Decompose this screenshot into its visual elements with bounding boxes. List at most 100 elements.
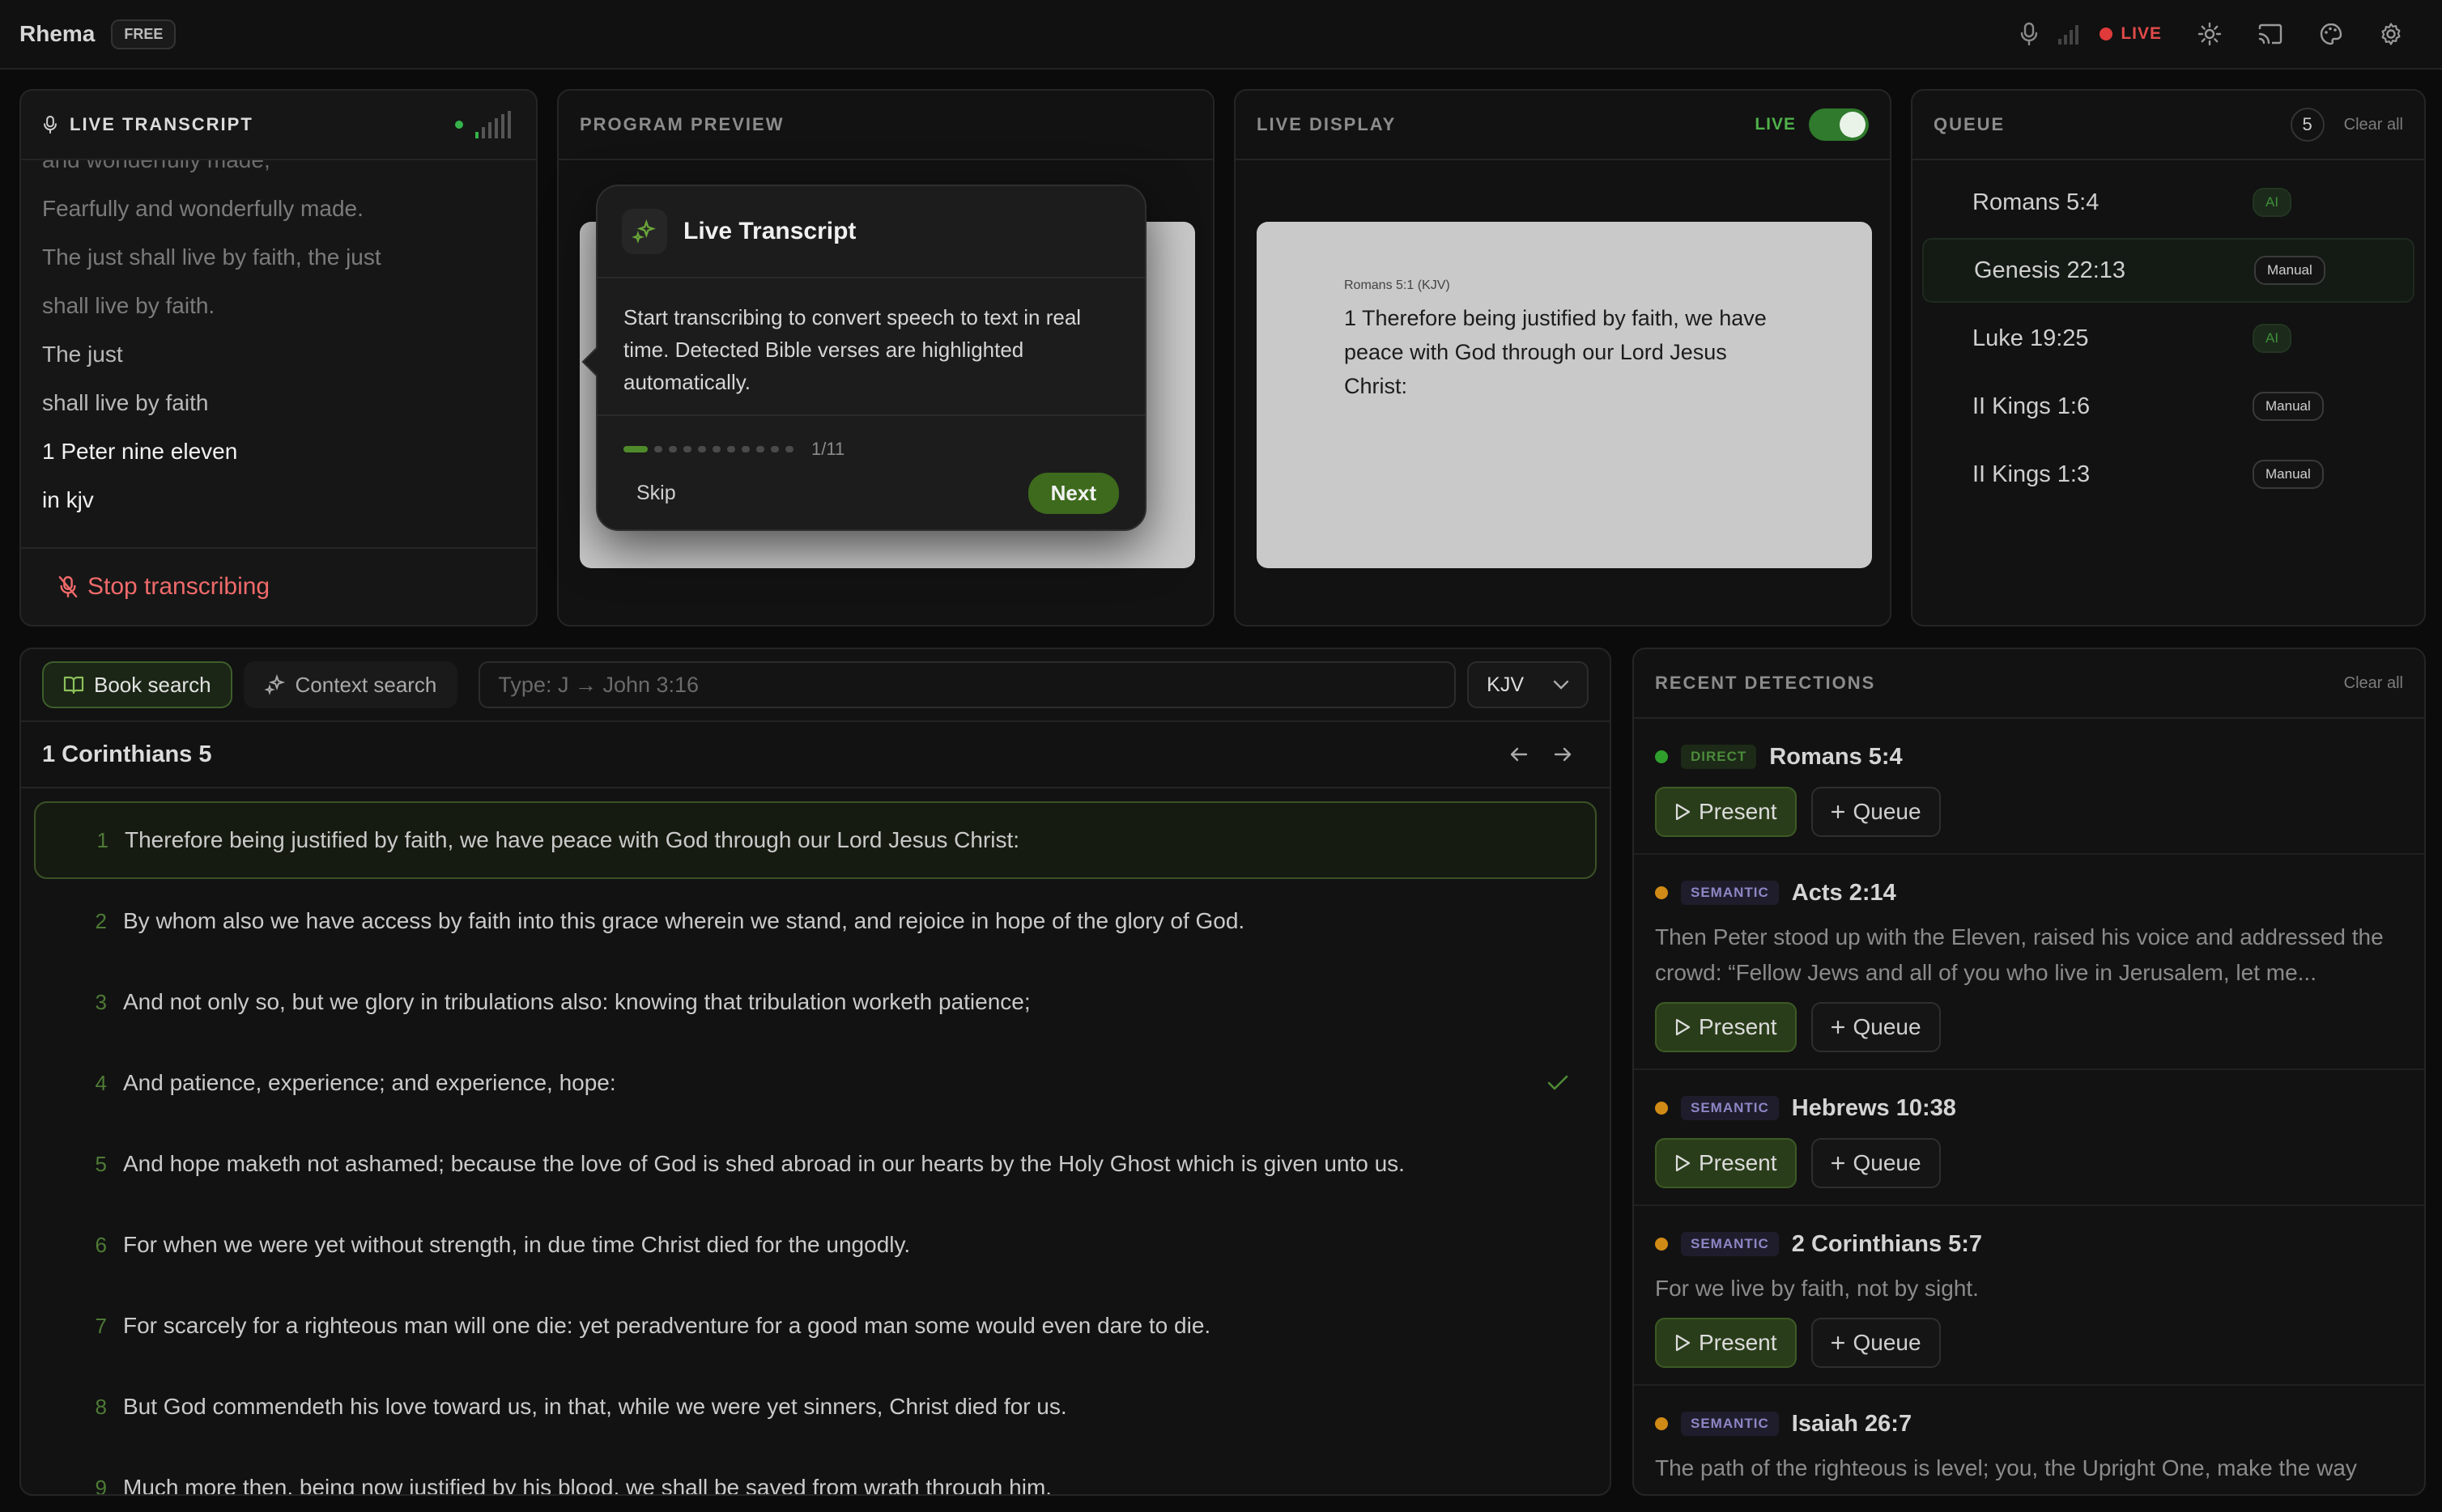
- queue-count-badge: 5: [2290, 108, 2325, 142]
- queue-clear-all-button[interactable]: Clear all: [2344, 116, 2403, 134]
- add-to-queue-button[interactable]: Queue: [1810, 787, 1941, 837]
- present-label: Present: [1699, 1150, 1777, 1175]
- version-select[interactable]: KJV: [1467, 661, 1589, 708]
- transcript-lines: and wonderfully made, Fearfully and wond…: [21, 160, 536, 549]
- verse-number: 9: [95, 1475, 107, 1496]
- listening-dot-icon: [455, 121, 463, 129]
- palette-icon[interactable]: [2319, 22, 2343, 46]
- context-search-tab[interactable]: Context search: [243, 661, 458, 708]
- display-screen: Romans 5:1 (KJV) 1 Therefore being justi…: [1257, 222, 1872, 568]
- tooltip-body: Start transcribing to convert speech to …: [598, 278, 1145, 416]
- detection-type-badge: SEMANTIC: [1681, 1096, 1779, 1120]
- verse-row[interactable]: 6 For when we were yet without strength,…: [34, 1206, 1597, 1284]
- queue-item[interactable]: II Kings 1:3 Manual: [1922, 442, 2414, 507]
- queue-item[interactable]: Romans 5:4 AI: [1922, 170, 2414, 235]
- queue-item[interactable]: II Kings 1:6 Manual: [1922, 374, 2414, 439]
- progress-dot: [698, 446, 706, 452]
- book-search-tab[interactable]: Book search: [42, 661, 232, 708]
- display-verse-text: 1 Therefore being justified by faith, we…: [1344, 306, 1767, 398]
- queue-item-badge: Manual: [2253, 460, 2324, 489]
- detection-type-badge: SEMANTIC: [1681, 1412, 1779, 1436]
- present-button[interactable]: Present: [1655, 1138, 1797, 1188]
- cast-icon[interactable]: [2257, 23, 2283, 45]
- stop-transcribing-label: Stop transcribing: [87, 573, 270, 600]
- chapter-title: 1 Corinthians 5: [42, 741, 212, 767]
- progress-dot: [771, 446, 779, 452]
- queue-item-ref: II Kings 1:6: [1972, 393, 2091, 419]
- arrow-right-icon[interactable]: [1553, 745, 1572, 763]
- queue-list: Romans 5:4 AI Genesis 22:13 Manual Luke …: [1912, 160, 2424, 520]
- mic-icon: [42, 114, 58, 135]
- detection-type-badge: DIRECT: [1681, 745, 1757, 769]
- present-button[interactable]: Present: [1655, 1318, 1797, 1368]
- signal-bars-icon: [2057, 23, 2082, 45]
- display-header: LIVE DISPLAY LIVE: [1236, 91, 1890, 160]
- transcript-line: 1 Peter nine eleven: [42, 439, 238, 464]
- verse-row[interactable]: 5 And hope maketh not ashamed; because t…: [34, 1125, 1597, 1203]
- sun-icon[interactable]: [2197, 22, 2222, 46]
- verse-row[interactable]: 9 Much more then, being now justified by…: [34, 1449, 1597, 1496]
- skip-button[interactable]: Skip: [636, 482, 676, 505]
- verse-text: And patience, experience; and experience…: [123, 1070, 616, 1095]
- progress-dot: [669, 446, 677, 452]
- live-transcript-panel: LIVE TRANSCRIPT and wonderfully made, Fe…: [19, 89, 538, 626]
- present-label: Present: [1699, 799, 1777, 824]
- verse-number: 1: [96, 827, 108, 852]
- gear-icon[interactable]: [2379, 22, 2403, 46]
- next-button[interactable]: Next: [1027, 473, 1119, 514]
- queue-label: Queue: [1853, 1014, 1921, 1039]
- verse-row[interactable]: 8 But God commendeth his love toward us,…: [34, 1368, 1597, 1446]
- verse-row[interactable]: 2 By whom also we have access by faith i…: [34, 882, 1597, 960]
- confidence-dot-icon: [1655, 750, 1668, 763]
- live-dot-icon: [2100, 28, 2113, 40]
- add-to-queue-button[interactable]: Queue: [1810, 1318, 1941, 1368]
- detection-item: SEMANTIC Isaiah 26:7 The path of the rig…: [1634, 1386, 2424, 1494]
- stop-transcribing-button[interactable]: Stop transcribing: [58, 573, 270, 601]
- verse-number: 8: [95, 1394, 107, 1419]
- audio-status: LIVE: [2019, 22, 2162, 46]
- search-toolbar: Book search Context search KJV: [21, 649, 1610, 722]
- sparkle-icon: [264, 674, 286, 695]
- queue-title: QUEUE: [1934, 114, 2006, 134]
- queue-label: Queue: [1853, 799, 1921, 824]
- top-bar-actions: LIVE: [2019, 22, 2423, 46]
- verse-row[interactable]: 7 For scarcely for a righteous man will …: [34, 1287, 1597, 1365]
- mic-off-icon: [58, 575, 78, 598]
- add-to-queue-button[interactable]: Queue: [1810, 1002, 1941, 1052]
- book-icon: [63, 675, 84, 694]
- plus-icon: [1831, 1156, 1845, 1170]
- play-icon: [1674, 1334, 1691, 1352]
- verse-text: For scarcely for a righteous man will on…: [123, 1313, 1211, 1338]
- queue-item[interactable]: Luke 19:25 AI: [1922, 306, 2414, 371]
- tooltip-footer: Skip Next: [598, 460, 1145, 514]
- present-button[interactable]: Present: [1655, 787, 1797, 837]
- add-to-queue-button[interactable]: Queue: [1810, 1138, 1941, 1188]
- mic-icon[interactable]: [2019, 22, 2040, 46]
- transcript-title: LIVE TRANSCRIPT: [70, 114, 253, 134]
- preview-header: PROGRAM PREVIEW: [559, 91, 1213, 160]
- recent-clear-all-button[interactable]: Clear all: [2344, 674, 2403, 693]
- verse-row[interactable]: 4 And patience, experience; and experien…: [34, 1044, 1597, 1122]
- queue-item[interactable]: Genesis 22:13 Manual: [1922, 238, 2414, 303]
- verse-row[interactable]: 1 Therefore being justified by faith, we…: [34, 801, 1597, 879]
- preview-title: PROGRAM PREVIEW: [580, 114, 785, 134]
- play-icon: [1674, 803, 1691, 821]
- queue-item-badge: Manual: [2254, 256, 2325, 285]
- confidence-dot-icon: [1655, 886, 1668, 899]
- play-icon: [1674, 1018, 1691, 1036]
- verse-search-input[interactable]: [479, 661, 1457, 708]
- check-icon: [1546, 1074, 1569, 1092]
- progress-dot: [785, 446, 793, 452]
- display-title: LIVE DISPLAY: [1257, 114, 1397, 134]
- tooltip-step-counter: 1/11: [811, 439, 845, 459]
- detection-text: For we live by faith, not by sight.: [1655, 1276, 1979, 1301]
- live-toggle[interactable]: [1809, 108, 1869, 141]
- version-value: KJV: [1487, 673, 1524, 696]
- verse-text: Therefore being justified by faith, we h…: [125, 827, 1020, 852]
- app-name: Rhema: [19, 21, 96, 46]
- present-button[interactable]: Present: [1655, 1002, 1797, 1052]
- arrow-left-icon[interactable]: [1509, 745, 1529, 763]
- detection-item: SEMANTIC 2 Corinthians 5:7 For we live b…: [1634, 1206, 2424, 1386]
- transcript-header: LIVE TRANSCRIPT: [21, 91, 536, 160]
- verse-row[interactable]: 3 And not only so, but we glory in tribu…: [34, 963, 1597, 1041]
